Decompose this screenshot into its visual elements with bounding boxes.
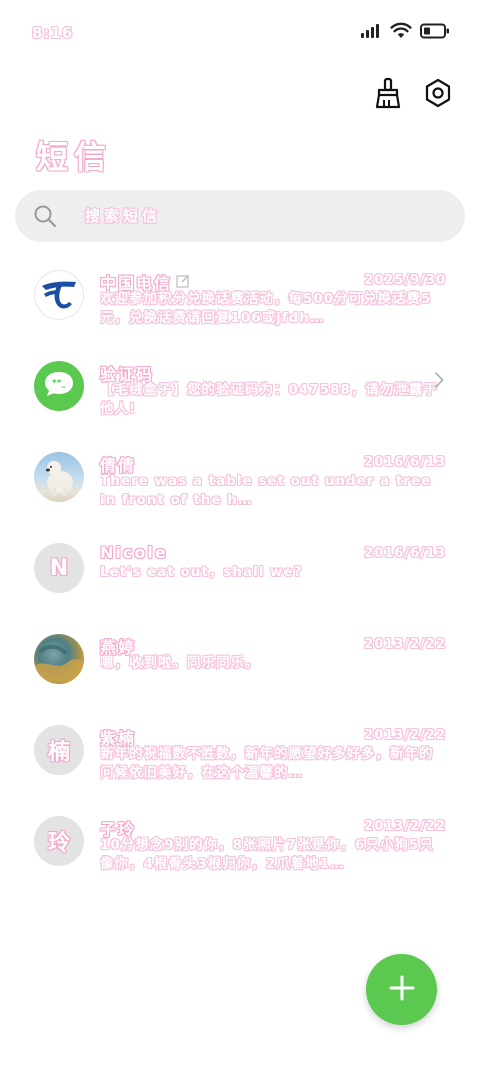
message-date: 2013/2/22 xyxy=(364,819,446,834)
list-item[interactable]: 玲 子玲 2013/2/22 10分想念9别的你，8张照片7张是你，6只小狗5只… xyxy=(0,806,480,897)
message-preview: 新年的祝福数不胜数，新年的愿望好多好多，新年的问候依旧美好，在这个温馨的… xyxy=(100,746,434,781)
search-placeholder: 搜索短信 xyxy=(85,207,162,225)
edit-icon xyxy=(176,273,190,292)
avatar xyxy=(34,270,84,320)
message-date: 2016/6/13 xyxy=(364,455,446,470)
message-preview: There was a table set out under a tree i… xyxy=(100,473,432,508)
list-item[interactable]: N Nicole 2016/6/13 Let's eat out，shall w… xyxy=(0,533,480,624)
new-message-button[interactable] xyxy=(366,954,437,1025)
landscape-photo-icon xyxy=(34,634,84,684)
message-preview: 【毛绒盒子】您的验证码为：047588，请勿泄露于他人! xyxy=(100,382,438,417)
message-preview: 欢迎参加积分兑换话费活动，每500分可兑换话费5元，兑换话费请回复106或jfd… xyxy=(100,291,432,326)
chevron-right-icon[interactable] xyxy=(434,371,444,393)
avatar xyxy=(34,634,84,684)
svg-text:**_: **_ xyxy=(52,379,66,389)
message-date: 2013/2/22 xyxy=(364,728,446,743)
message-preview: 10分想念9别的你，8张照片7张是你，6只小狗5只像你，4根骨头3根归你，2爪着… xyxy=(100,837,434,872)
status-time: 8:16 xyxy=(32,24,74,42)
signal-icon xyxy=(360,23,382,43)
message-list: 中国电信 2025/9/30 欢迎参加积分兑换话费活动，每500分可兑换话费5元… xyxy=(0,260,480,897)
status-icons xyxy=(360,22,450,43)
contact-name: Nicole xyxy=(100,543,168,562)
battery-icon xyxy=(420,23,450,43)
avatar: **_ xyxy=(34,361,84,411)
settings-icon[interactable] xyxy=(422,76,454,110)
message-bubble-icon: **_ xyxy=(42,369,76,403)
list-item[interactable]: 倩倩 2016/6/13 There was a table set out u… xyxy=(0,442,480,533)
china-telecom-logo-icon xyxy=(36,271,82,319)
message-preview: Let's eat out，shall we? xyxy=(100,564,303,580)
broom-icon[interactable] xyxy=(372,76,404,110)
toolbar xyxy=(372,76,454,110)
list-item[interactable]: 燕婷 2013/2/22 嗯，收到啦。同乐同乐。 xyxy=(0,624,480,715)
avatar: 玲 xyxy=(34,816,84,866)
page-title: 短信 xyxy=(36,138,113,176)
avatar: 楠 xyxy=(34,725,84,775)
avatar xyxy=(34,452,84,502)
message-date: 2013/2/22 xyxy=(364,637,446,652)
message-preview: 嗯，收到啦。同乐同乐。 xyxy=(100,655,260,671)
search-icon xyxy=(33,204,57,228)
message-date: 2025/9/30 xyxy=(364,273,446,288)
search-bar[interactable]: 搜索短信 xyxy=(15,190,465,242)
polar-bear-photo-icon xyxy=(34,452,84,502)
message-date: 2016/6/13 xyxy=(364,546,446,561)
list-item[interactable]: 中国电信 2025/9/30 欢迎参加积分兑换话费活动，每500分可兑换话费5元… xyxy=(0,260,480,351)
list-item[interactable]: **_ 验证码 【毛绒盒子】您的验证码为：047588，请勿泄露于他人! xyxy=(0,351,480,442)
avatar: N xyxy=(34,543,84,593)
status-bar: 8:16 xyxy=(0,0,480,66)
wifi-icon xyxy=(390,22,412,43)
plus-icon xyxy=(389,975,415,1005)
list-item[interactable]: 楠 紫楠 2013/2/22 新年的祝福数不胜数，新年的愿望好多好多，新年的问候… xyxy=(0,715,480,806)
